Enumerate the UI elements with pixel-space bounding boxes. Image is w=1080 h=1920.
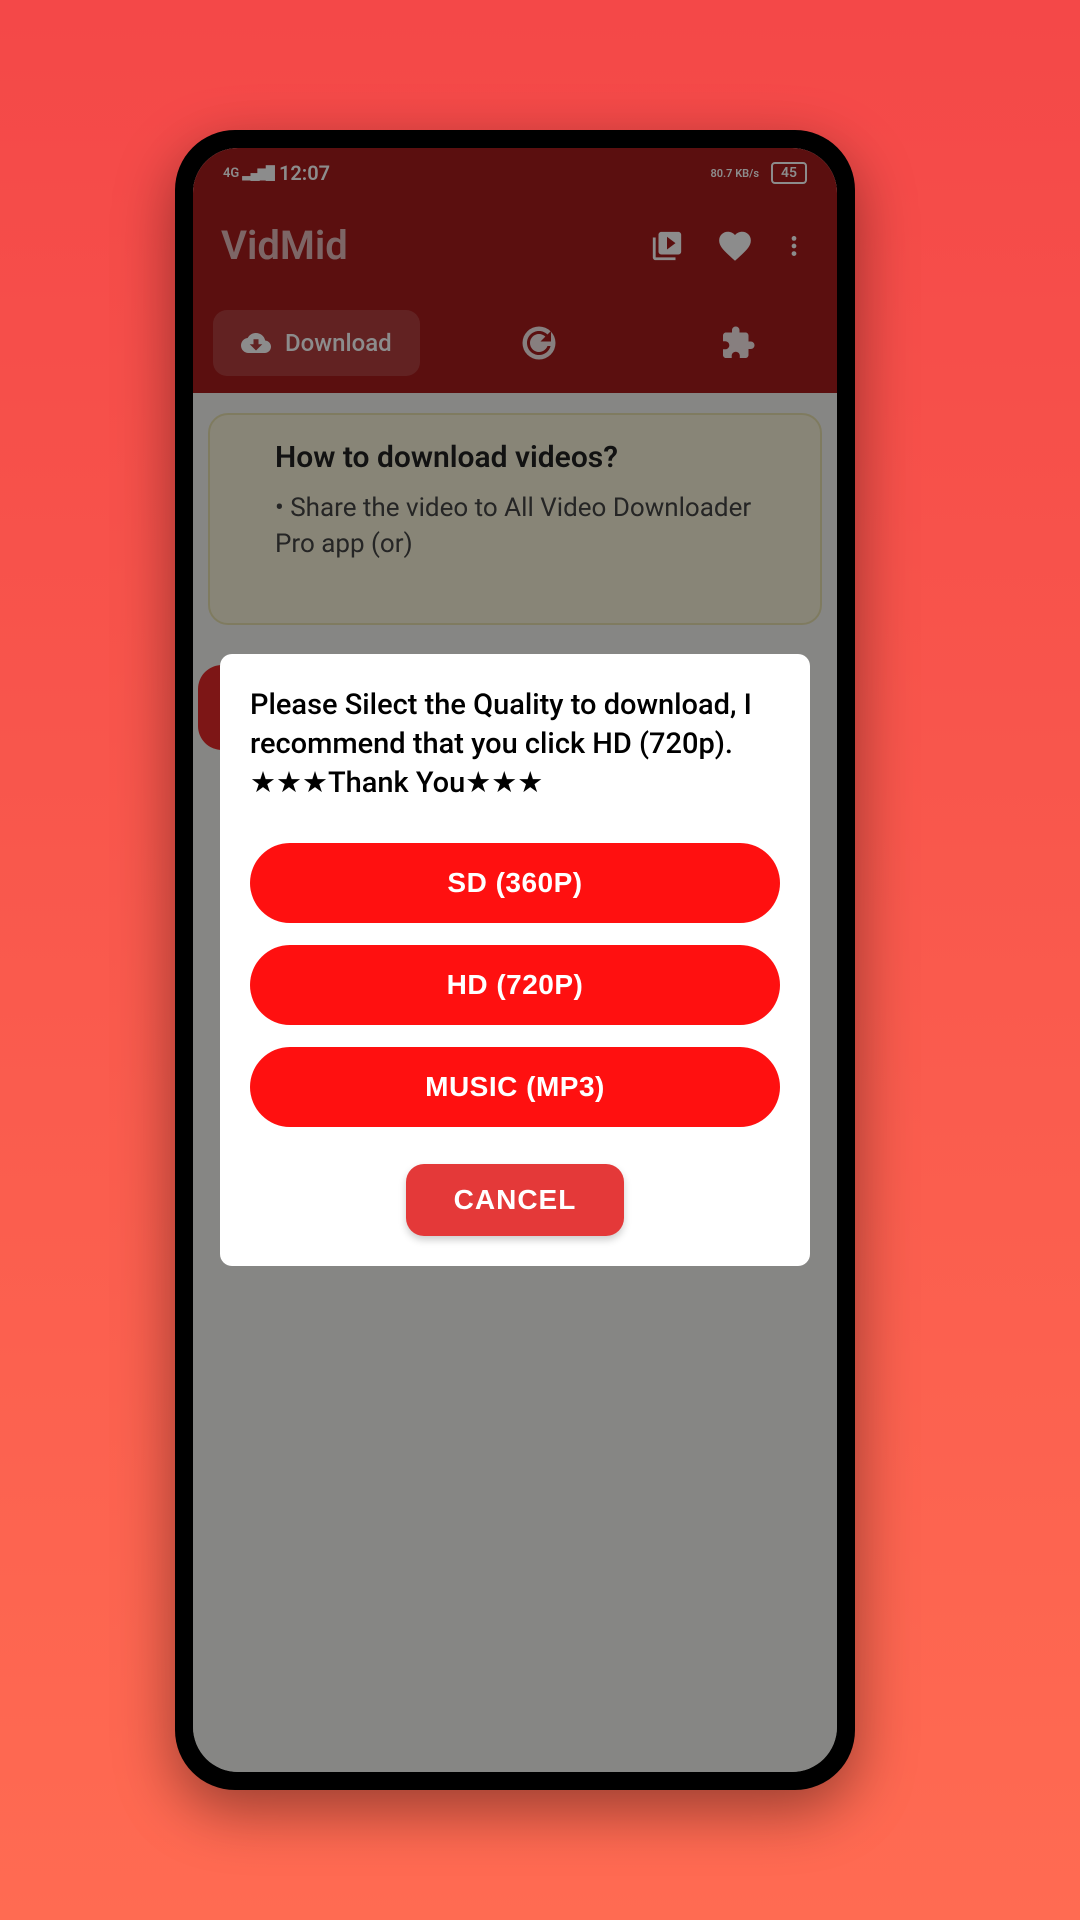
- phone-screen: 4G ▂▄▆█ 12:07 80.7 KB/s 45 VidMid: [193, 148, 837, 1772]
- phone-frame: 4G ▂▄▆█ 12:07 80.7 KB/s 45 VidMid: [175, 130, 855, 1790]
- sd-button[interactable]: SD (360P): [250, 843, 780, 923]
- modal-overlay: Please Silect the Quality to download, I…: [193, 148, 837, 1772]
- dialog-message: Please Silect the Quality to download, I…: [250, 686, 780, 803]
- hd-button[interactable]: HD (720P): [250, 945, 780, 1025]
- cancel-button[interactable]: CANCEL: [406, 1164, 625, 1236]
- music-button[interactable]: MUSIC (MP3): [250, 1047, 780, 1127]
- quality-dialog: Please Silect the Quality to download, I…: [220, 654, 810, 1266]
